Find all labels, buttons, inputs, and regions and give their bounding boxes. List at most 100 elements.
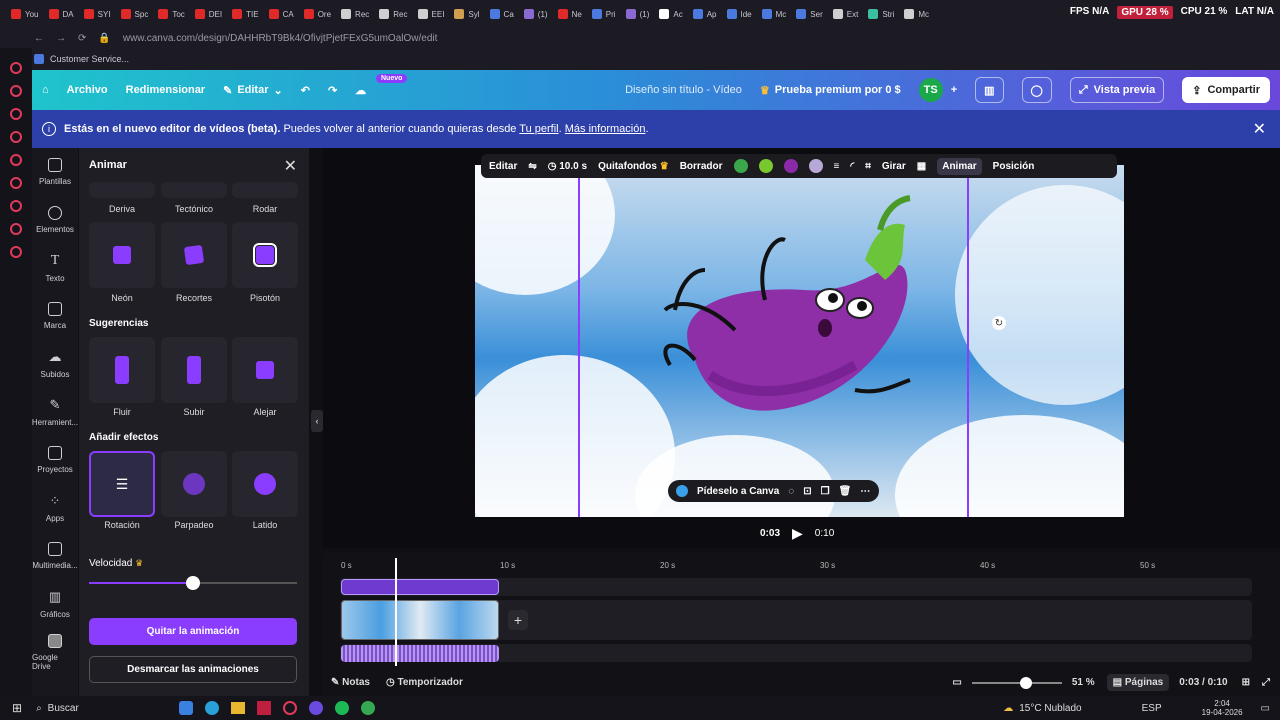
effect-subir[interactable] — [161, 337, 227, 403]
nav-graficos[interactable]: ▥ Gráficos — [32, 580, 78, 628]
browser-tab[interactable]: Stri — [863, 3, 899, 25]
rail-icon[interactable] — [10, 177, 22, 189]
curve-icon[interactable]: ◜ — [850, 161, 854, 172]
nav-proyectos[interactable]: Proyectos — [32, 436, 78, 484]
grid-view-icon[interactable]: ⊞ — [1242, 677, 1250, 688]
browser-tab[interactable]: Ne — [553, 3, 587, 25]
browser-tab[interactable]: SYI — [79, 3, 116, 25]
notifications-icon[interactable]: ▭ — [1261, 703, 1270, 714]
color-swatch[interactable] — [783, 159, 798, 173]
spotify-icon[interactable] — [334, 701, 349, 715]
archivo-menu[interactable]: Archivo — [67, 84, 108, 96]
nav-google-drive[interactable]: Google Drive — [32, 628, 78, 676]
rail-icon[interactable] — [10, 62, 22, 74]
editar-menu[interactable]: ✎ Editar ⌄ — [223, 84, 283, 97]
browser-tab[interactable]: Ca — [485, 3, 519, 25]
browser-tab[interactable]: DEI — [190, 3, 227, 25]
forward-icon[interactable]: → — [56, 33, 66, 44]
borrador-button[interactable]: Borrador — [680, 161, 723, 172]
lines-icon[interactable]: ≡ — [834, 161, 840, 172]
home-icon[interactable]: ⌂ — [42, 84, 49, 96]
browser-tab[interactable]: Rec — [336, 3, 374, 25]
posicion-button[interactable]: Posición — [993, 161, 1035, 172]
quitar-animacion-button[interactable]: Quitar la animación — [89, 618, 297, 645]
redimensionar-button[interactable]: Redimensionar — [126, 84, 205, 96]
vista-previa-button[interactable]: ⤢ Vista previa — [1069, 77, 1165, 103]
paginas-button[interactable]: ▤ Páginas — [1106, 674, 1170, 691]
browser-tab[interactable]: Mc — [757, 3, 792, 25]
effect-alejar[interactable] — [232, 337, 298, 403]
tu-perfil-link[interactable]: Tu perfil — [519, 123, 558, 135]
nav-texto[interactable]: T Texto — [32, 244, 78, 292]
nav-multimedia[interactable]: Multimedia... — [32, 532, 78, 580]
nav-marca[interactable]: Marca — [32, 292, 78, 340]
effect-deriva[interactable] — [89, 182, 155, 198]
nav-subidos[interactable]: ☁ Subidos — [32, 340, 78, 388]
browser-tab[interactable]: Rec — [374, 3, 412, 25]
color-swatch[interactable] — [733, 159, 748, 173]
rotate-handle-icon[interactable]: ↻ — [992, 316, 1006, 330]
rail-icon[interactable] — [10, 154, 22, 166]
folder-icon[interactable] — [230, 702, 245, 714]
app-icon[interactable] — [178, 701, 193, 715]
browser-tab[interactable]: Ide — [722, 3, 757, 25]
analytics-button[interactable]: ▥ — [975, 77, 1004, 103]
duracion-button[interactable]: ◷ 10.0 s — [548, 161, 587, 172]
opera-gx-icon[interactable] — [282, 701, 297, 715]
browser-tab[interactable]: Ser — [791, 3, 827, 25]
temporizador-button[interactable]: ◷ Temporizador — [386, 677, 463, 688]
notas-button[interactable]: ✎ Notas — [331, 677, 370, 688]
compartir-button[interactable]: ⇪ Compartir — [1182, 77, 1270, 103]
comment-add-icon[interactable]: ◌ — [788, 486, 794, 497]
nav-herramientas[interactable]: ✎ Herramient... — [32, 388, 78, 436]
girar-button[interactable]: Girar — [882, 161, 906, 172]
rail-icon[interactable] — [10, 200, 22, 212]
effect-tectonico[interactable] — [161, 182, 227, 198]
back-icon[interactable]: ← — [34, 33, 44, 44]
close-icon[interactable]: ✕ — [1253, 119, 1266, 139]
browser-tab[interactable]: Syl — [449, 3, 484, 25]
browser-tab[interactable]: TIE — [227, 3, 263, 25]
more-icon[interactable]: ⋯ — [860, 486, 870, 497]
undo-icon[interactable]: ↶ — [301, 84, 310, 97]
color-swatch[interactable] — [808, 159, 823, 173]
zoom-slider[interactable] — [971, 676, 1062, 689]
browser-tab[interactable]: DA — [44, 3, 79, 25]
zoom-slider-handle[interactable] — [1019, 676, 1032, 689]
lock-icon[interactable]: ⊡ — [803, 486, 811, 497]
nav-apps[interactable]: ⁘ Apps — [32, 484, 78, 532]
crop-icon[interactable]: ⌗ — [865, 161, 871, 172]
language-indicator[interactable]: ESP — [1142, 703, 1162, 714]
effect-rodar[interactable] — [232, 182, 298, 198]
audio-clip[interactable] — [341, 645, 499, 662]
browser-tab[interactable]: Pri — [587, 3, 621, 25]
delete-icon[interactable]: 🗑 — [839, 486, 852, 497]
weather-text[interactable]: 15°C Nublado — [1019, 703, 1081, 714]
effect-fluir[interactable] — [89, 337, 155, 403]
add-clip-button[interactable]: + — [508, 610, 528, 630]
nav-elementos[interactable]: Elementos — [32, 196, 78, 244]
comments-button[interactable]: ◯ — [1021, 77, 1052, 103]
fullscreen-icon[interactable]: ⤢ — [1262, 677, 1270, 688]
transparency-icon[interactable]: ▦ — [917, 161, 926, 172]
editar-button[interactable]: Editar — [489, 161, 517, 172]
video-clip[interactable] — [341, 600, 499, 640]
browser-tab[interactable]: (1) — [519, 3, 553, 25]
browser-tab[interactable]: CA — [264, 3, 299, 25]
browser-tab[interactable]: Ap — [688, 3, 722, 25]
effect-neon[interactable] — [89, 222, 155, 288]
play-icon[interactable]: ▶ — [792, 525, 803, 542]
browser-tab[interactable]: Ore — [299, 3, 336, 25]
reload-icon[interactable]: ⟳ — [78, 33, 86, 44]
browser-tab[interactable]: You — [6, 3, 44, 25]
rail-icon[interactable] — [10, 246, 22, 258]
app-icon[interactable] — [256, 701, 271, 715]
collapse-panel-button[interactable]: ‹ — [311, 410, 323, 432]
browser-tab[interactable]: EEI — [413, 3, 450, 25]
desmarcar-animaciones-button[interactable]: Desmarcar las animaciones — [89, 656, 297, 683]
pideselo-button[interactable]: Pídeselo a Canva — [697, 486, 779, 497]
bookmark-customer-service[interactable]: Customer Service... — [50, 54, 129, 64]
color-swatch[interactable] — [758, 159, 773, 173]
animar-button[interactable]: Animar — [937, 157, 982, 175]
browser-tab[interactable]: Ext — [828, 3, 864, 25]
